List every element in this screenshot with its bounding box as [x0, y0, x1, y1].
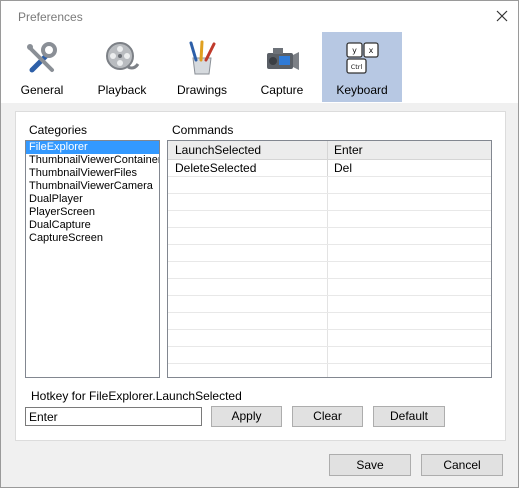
table-row [168, 194, 491, 211]
tab-general[interactable]: General [2, 32, 82, 102]
table-row[interactable]: DeleteSelected Del [168, 160, 491, 177]
preferences-tab-bar: General Playback Drawings Capture y x Ct… [1, 31, 518, 103]
title-bar: Preferences [1, 1, 518, 31]
svg-text:y: y [352, 46, 357, 55]
list-item[interactable]: ThumbnailViewerCamera [26, 180, 159, 193]
tab-drawings[interactable]: Drawings [162, 32, 242, 102]
categories-list[interactable]: FileExplorer ThumbnailViewerContainer Th… [25, 140, 160, 378]
close-button[interactable] [489, 3, 515, 29]
table-row [168, 313, 491, 330]
tab-playback-label: Playback [97, 83, 147, 97]
table-row [168, 347, 491, 364]
tools-icon [27, 42, 57, 73]
table-row [168, 296, 491, 313]
save-button[interactable]: Save [329, 454, 411, 476]
tab-general-label: General [20, 83, 64, 97]
list-item[interactable]: ThumbnailViewerContainer [26, 154, 159, 167]
apply-button[interactable]: Apply [211, 406, 282, 427]
table-row [168, 279, 491, 296]
list-item[interactable]: PlayerScreen [26, 206, 159, 219]
categories-label: Categories [29, 123, 88, 137]
keyboard-settings-panel: Categories Commands FileExplorer Thumbna… [15, 111, 506, 441]
window-title: Preferences [18, 10, 83, 24]
tab-playback[interactable]: Playback [82, 32, 162, 102]
tab-capture[interactable]: Capture [242, 32, 322, 102]
clear-button[interactable]: Clear [292, 406, 363, 427]
list-item[interactable]: DualPlayer [26, 193, 159, 206]
camera-icon [267, 48, 299, 70]
table-row [168, 364, 491, 377]
hotkey-label: Hotkey for FileExplorer.LaunchSelected [31, 389, 242, 403]
hotkey-cell: Del [334, 161, 353, 175]
commands-label: Commands [172, 123, 234, 137]
table-row [168, 330, 491, 347]
svg-text:x: x [369, 46, 374, 55]
command-column-header[interactable]: LaunchSelected [168, 141, 328, 159]
table-header: LaunchSelected Enter [168, 141, 491, 160]
list-item[interactable]: FileExplorer [26, 141, 159, 154]
svg-text:Ctrl: Ctrl [351, 63, 363, 71]
table-row [168, 211, 491, 228]
table-row [168, 177, 491, 194]
hotkey-column-header[interactable]: Enter [328, 141, 491, 159]
list-item[interactable]: ThumbnailViewerFiles [26, 167, 159, 180]
table-row [168, 262, 491, 279]
cancel-button[interactable]: Cancel [421, 454, 503, 476]
preferences-window: Preferences General Playback Drawings Ca… [0, 0, 519, 488]
table-row [168, 228, 491, 245]
table-row [168, 245, 491, 262]
hotkey-input[interactable] [25, 407, 202, 426]
list-item[interactable]: DualCapture [26, 219, 159, 232]
commands-table[interactable]: LaunchSelected Enter DeleteSelected Del [167, 140, 492, 378]
list-item[interactable]: CaptureScreen [26, 232, 159, 245]
tab-keyboard[interactable]: y x Ctrl Keyboard [322, 32, 402, 102]
tab-keyboard-label: Keyboard [336, 83, 388, 97]
close-icon [496, 10, 508, 22]
tab-capture-label: Capture [260, 83, 304, 97]
brushes-icon [189, 40, 216, 75]
tab-drawings-label: Drawings [176, 83, 227, 97]
film-reel-icon [106, 42, 140, 70]
command-cell: DeleteSelected [168, 160, 328, 176]
keyboard-icon: y x Ctrl [346, 42, 379, 74]
default-button[interactable]: Default [373, 406, 445, 427]
